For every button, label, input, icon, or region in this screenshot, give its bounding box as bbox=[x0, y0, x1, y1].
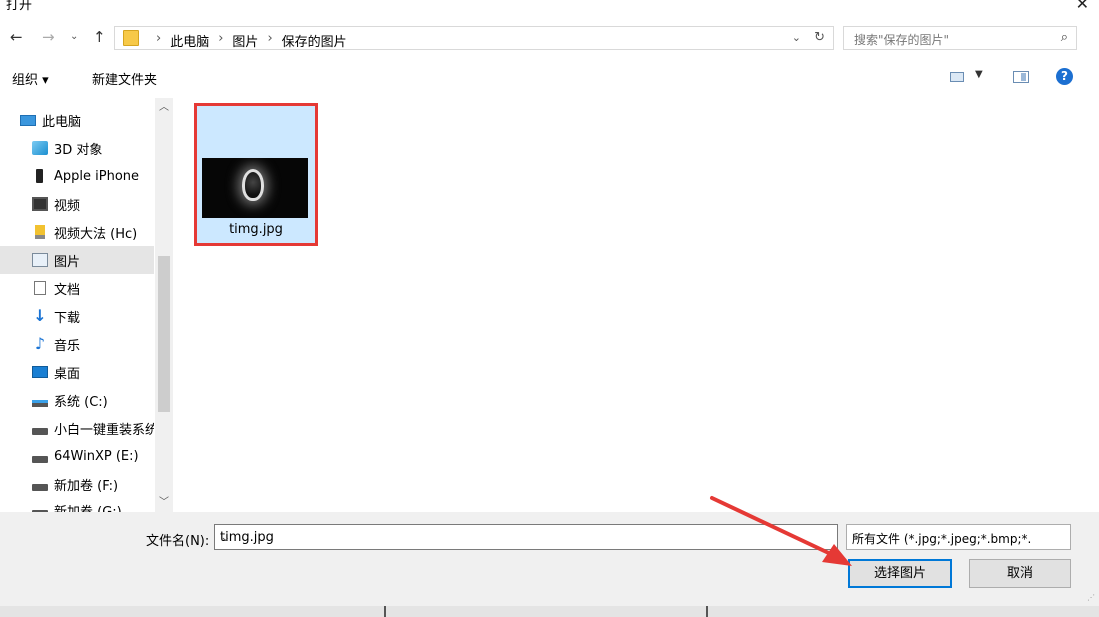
phone-icon bbox=[36, 169, 43, 183]
sidebar-item-label: 系统 (C:) bbox=[54, 394, 108, 410]
drive-icon bbox=[32, 483, 48, 491]
sidebar-item-music[interactable]: ♪ 音乐 bbox=[0, 330, 154, 358]
folder-icon bbox=[123, 30, 139, 46]
address-bar[interactable]: › 此电脑 › 图片 › 保存的图片 ⌄ ↻ bbox=[114, 26, 834, 50]
file-type-select[interactable]: 所有文件 (*.jpg;*.jpeg;*.bmp;*. ⌄ bbox=[846, 524, 1071, 550]
title-bar: 打开 ✕ bbox=[0, 0, 1099, 13]
sidebar-item-apple-iphone[interactable]: Apple iPhone bbox=[0, 162, 154, 190]
sidebar-item-label: 64WinXP (E:) bbox=[54, 448, 139, 464]
drive-icon bbox=[32, 427, 48, 435]
sidebar-item-label: 新加卷 (G:) bbox=[54, 504, 122, 513]
file-name-panel: 文件名(N): timg.jpg ⌄ 所有文件 (*.jpg;*.jpeg;*.… bbox=[0, 512, 1099, 606]
download-icon: ↓ bbox=[33, 306, 47, 325]
breadcrumb-item-this-pc[interactable]: 此电脑 bbox=[170, 31, 209, 50]
new-folder-button[interactable]: 新建文件夹 bbox=[92, 69, 157, 88]
sidebar-item-3d-objects[interactable]: 3D 对象 bbox=[0, 134, 154, 162]
scroll-up-icon[interactable]: ︿ bbox=[159, 98, 169, 113]
navigation-pane: 此电脑 3D 对象 Apple iPhone 视频 视频大法 (Hc) 图片 文… bbox=[0, 98, 174, 512]
sidebar-item-label: 小白一键重装系统 bbox=[54, 422, 154, 438]
breadcrumb-separator: › bbox=[218, 31, 224, 46]
filename-label: 文件名(N): bbox=[146, 534, 210, 549]
cancel-button[interactable]: 取消 bbox=[969, 559, 1071, 588]
pictures-icon bbox=[32, 253, 48, 267]
up-arrow-icon[interactable]: ↑ bbox=[93, 28, 106, 46]
open-button[interactable]: 选择图片 bbox=[848, 559, 952, 588]
scrollbar-thumb[interactable] bbox=[158, 256, 170, 412]
back-arrow-icon[interactable]: ← bbox=[10, 28, 23, 46]
drive-icon bbox=[32, 455, 48, 463]
preview-pane-icon[interactable] bbox=[1013, 71, 1029, 83]
resize-grip-icon[interactable]: ⋰ bbox=[1087, 593, 1095, 602]
3d-objects-icon bbox=[32, 141, 48, 155]
help-icon[interactable]: ? bbox=[1056, 68, 1073, 85]
chevron-down-icon: ⌄ bbox=[852, 531, 861, 542]
desktop-icon bbox=[32, 366, 48, 378]
sidebar-item-drive-g[interactable]: 新加卷 (G:) bbox=[0, 496, 154, 512]
sidebar-item-label: 视频 bbox=[54, 198, 81, 214]
filename-input[interactable]: timg.jpg ⌄ bbox=[214, 524, 838, 550]
change-view-icon[interactable] bbox=[950, 72, 964, 82]
sidebar-item-label: 桌面 bbox=[54, 366, 81, 382]
sidebar-item-desktop[interactable]: 桌面 bbox=[0, 358, 154, 386]
alien-head-icon bbox=[242, 169, 264, 201]
sidebar-item-label: 下载 bbox=[54, 310, 81, 326]
sidebar-item-downloads[interactable]: ↓ 下载 bbox=[0, 302, 154, 330]
search-input[interactable]: 搜索"保存的图片" ⌕ bbox=[843, 26, 1077, 50]
sidebar-item-usb-drive[interactable]: 视频大法 (Hc) bbox=[0, 218, 154, 246]
recent-locations-dropdown-icon[interactable]: ⌄ bbox=[70, 31, 78, 42]
breadcrumb-item-pictures[interactable]: 图片 bbox=[232, 31, 258, 50]
usb-drive-icon bbox=[35, 225, 45, 239]
window-title: 打开 bbox=[6, 0, 33, 13]
documents-icon bbox=[34, 281, 46, 295]
sidebar-item-drive-d[interactable]: 小白一键重装系统 bbox=[0, 414, 154, 442]
music-icon: ♪ bbox=[34, 334, 46, 353]
sidebar-item-label: 此电脑 bbox=[42, 114, 82, 130]
sidebar-item-label: 视频大法 (Hc) bbox=[54, 226, 138, 242]
organize-menu-button[interactable]: 组织 ▾ bbox=[12, 69, 49, 88]
sidebar-scrollbar[interactable]: ︿ ﹀ bbox=[155, 98, 173, 512]
system-drive-icon bbox=[32, 399, 48, 407]
breadcrumb-item-saved-pictures[interactable]: 保存的图片 bbox=[282, 31, 347, 50]
pc-icon bbox=[20, 114, 36, 126]
sidebar-item-label: 音乐 bbox=[54, 338, 81, 354]
scroll-down-icon[interactable]: ﹀ bbox=[159, 493, 169, 508]
sidebar-item-label: 新加卷 (F:) bbox=[54, 478, 119, 494]
sidebar-item-drive-e[interactable]: 64WinXP (E:) bbox=[0, 442, 154, 470]
filename-dropdown-icon[interactable]: ⌄ bbox=[220, 530, 833, 545]
sidebar-item-pictures[interactable]: 图片 bbox=[0, 246, 154, 274]
background-divider bbox=[384, 606, 386, 617]
file-item[interactable]: timg.jpg bbox=[194, 103, 318, 246]
sidebar-item-system-drive[interactable]: 系统 (C:) bbox=[0, 386, 154, 414]
sidebar-item-this-pc[interactable]: 此电脑 bbox=[0, 106, 154, 134]
search-placeholder: 搜索"保存的图片" bbox=[854, 33, 950, 47]
file-name: timg.jpg bbox=[229, 222, 283, 237]
sidebar-item-drive-f[interactable]: 新加卷 (F:) bbox=[0, 470, 154, 498]
sidebar-item-label: 图片 bbox=[54, 254, 81, 270]
breadcrumb-separator: › bbox=[156, 31, 162, 46]
forward-arrow-icon[interactable]: → bbox=[42, 28, 55, 46]
background-window bbox=[0, 606, 1099, 617]
address-dropdown-icon[interactable]: ⌄ bbox=[792, 31, 801, 44]
sidebar-item-label: Apple iPhone bbox=[54, 168, 140, 184]
navigation-bar: ← → ⌄ ↑ › 此电脑 › 图片 › 保存的图片 ⌄ ↻ 搜索"保存的图片"… bbox=[0, 20, 1099, 56]
breadcrumb-separator: › bbox=[267, 31, 273, 46]
sidebar-item-label: 文档 bbox=[54, 282, 81, 298]
breadcrumb: › 此电脑 › 图片 › 保存的图片 bbox=[147, 31, 347, 50]
view-options-dropdown-icon[interactable]: ▼ bbox=[975, 69, 983, 80]
sidebar-item-documents[interactable]: 文档 bbox=[0, 274, 154, 302]
background-divider bbox=[706, 606, 708, 617]
close-icon[interactable]: ✕ bbox=[1076, 0, 1089, 13]
search-icon: ⌕ bbox=[1060, 30, 1068, 45]
sidebar-item-videos[interactable]: 视频 bbox=[0, 190, 154, 218]
sidebar-item-label: 3D 对象 bbox=[54, 142, 103, 158]
video-icon bbox=[32, 197, 48, 211]
image-thumbnail bbox=[202, 158, 308, 218]
refresh-icon[interactable]: ↻ bbox=[814, 30, 825, 45]
file-list-view: timg.jpg bbox=[177, 98, 1099, 512]
command-bar: 组织 ▾ 新建文件夹 ▼ ? bbox=[0, 60, 1099, 94]
